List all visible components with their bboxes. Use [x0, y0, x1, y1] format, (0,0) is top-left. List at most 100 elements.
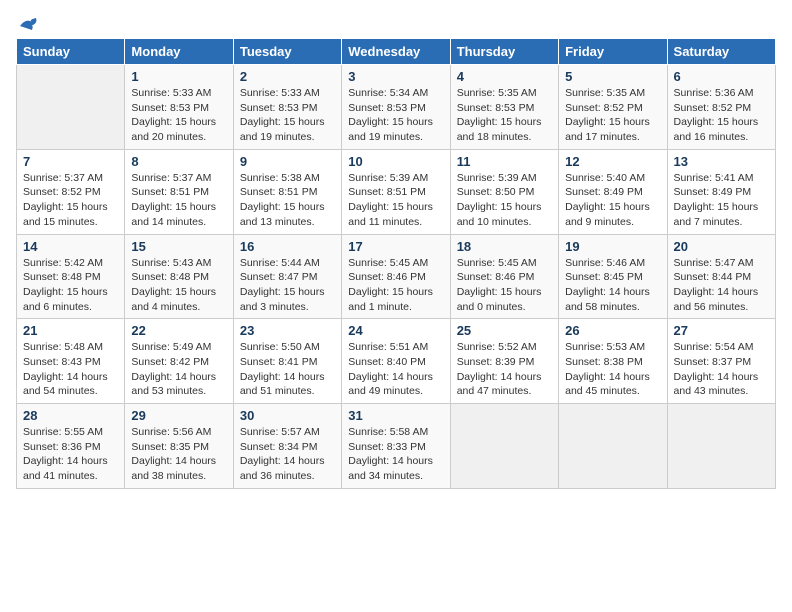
calendar-cell: 18 Sunrise: 5:45 AM Sunset: 8:46 PM Dayli…	[450, 234, 558, 319]
day-number: 28	[23, 408, 118, 423]
calendar-cell: 6 Sunrise: 5:36 AM Sunset: 8:52 PM Daylig…	[667, 65, 775, 150]
day-info: Sunrise: 5:35 AM Sunset: 8:52 PM Dayligh…	[565, 86, 660, 145]
day-info: Sunrise: 5:39 AM Sunset: 8:50 PM Dayligh…	[457, 171, 552, 230]
calendar-week-row: 14Sunrise: 5:42 AM Sunset: 8:48 PM Dayli…	[17, 234, 776, 319]
day-number: 27	[674, 323, 769, 338]
calendar-week-row: 28 Sunrise: 5:55 AM Sunset: 8:36 PM Dayli…	[17, 404, 776, 489]
calendar-cell: 20Sunrise: 5:47 AM Sunset: 8:44 PM Dayli…	[667, 234, 775, 319]
day-info: Sunrise: 5:56 AM Sunset: 8:35 PM Dayligh…	[131, 425, 226, 484]
calendar-cell: 29 Sunrise: 5:56 AM Sunset: 8:35 PM Dayli…	[125, 404, 233, 489]
calendar-cell: 28 Sunrise: 5:55 AM Sunset: 8:36 PM Dayli…	[17, 404, 125, 489]
day-info: Sunrise: 5:54 AM Sunset: 8:37 PM Dayligh…	[674, 340, 769, 399]
day-number: 22	[131, 323, 226, 338]
calendar-cell: 25 Sunrise: 5:52 AM Sunset: 8:39 PM Dayli…	[450, 319, 558, 404]
calendar-cell	[17, 65, 125, 150]
day-number: 17	[348, 239, 443, 254]
day-number: 31	[348, 408, 443, 423]
calendar-cell: 11 Sunrise: 5:39 AM Sunset: 8:50 PM Dayli…	[450, 149, 558, 234]
calendar-table: SundayMondayTuesdayWednesdayThursdayFrid…	[16, 38, 776, 489]
day-info: Sunrise: 5:53 AM Sunset: 8:38 PM Dayligh…	[565, 340, 660, 399]
weekday-header-saturday: Saturday	[667, 39, 775, 65]
calendar-cell: 7 Sunrise: 5:37 AM Sunset: 8:52 PM Daylig…	[17, 149, 125, 234]
day-info: Sunrise: 5:49 AM Sunset: 8:42 PM Dayligh…	[131, 340, 226, 399]
day-number: 30	[240, 408, 335, 423]
calendar-cell: 5 Sunrise: 5:35 AM Sunset: 8:52 PM Daylig…	[559, 65, 667, 150]
weekday-header-monday: Monday	[125, 39, 233, 65]
day-info: Sunrise: 5:44 AM Sunset: 8:47 PM Dayligh…	[240, 256, 335, 315]
calendar-cell	[450, 404, 558, 489]
day-info: Sunrise: 5:37 AM Sunset: 8:52 PM Dayligh…	[23, 171, 118, 230]
calendar-cell: 19Sunrise: 5:46 AM Sunset: 8:45 PM Dayli…	[559, 234, 667, 319]
calendar-cell: 30 Sunrise: 5:57 AM Sunset: 8:34 PM Dayli…	[233, 404, 341, 489]
day-number: 11	[457, 154, 552, 169]
day-number: 18	[457, 239, 552, 254]
calendar-cell: 16 Sunrise: 5:44 AM Sunset: 8:47 PM Dayli…	[233, 234, 341, 319]
day-info: Sunrise: 5:48 AM Sunset: 8:43 PM Dayligh…	[23, 340, 118, 399]
day-info: Sunrise: 5:57 AM Sunset: 8:34 PM Dayligh…	[240, 425, 335, 484]
calendar-cell: 15Sunrise: 5:43 AM Sunset: 8:48 PM Dayli…	[125, 234, 233, 319]
day-number: 19	[565, 239, 660, 254]
calendar-cell: 12 Sunrise: 5:40 AM Sunset: 8:49 PM Dayli…	[559, 149, 667, 234]
calendar-cell: 27 Sunrise: 5:54 AM Sunset: 8:37 PM Dayli…	[667, 319, 775, 404]
day-number: 10	[348, 154, 443, 169]
calendar-cell: 4 Sunrise: 5:35 AM Sunset: 8:53 PM Daylig…	[450, 65, 558, 150]
day-number: 25	[457, 323, 552, 338]
day-number: 29	[131, 408, 226, 423]
day-number: 6	[674, 69, 769, 84]
calendar-cell: 31 Sunrise: 5:58 AM Sunset: 8:33 PM Dayli…	[342, 404, 450, 489]
day-info: Sunrise: 5:51 AM Sunset: 8:40 PM Dayligh…	[348, 340, 443, 399]
day-info: Sunrise: 5:33 AM Sunset: 8:53 PM Dayligh…	[131, 86, 226, 145]
weekday-header-thursday: Thursday	[450, 39, 558, 65]
weekday-header-friday: Friday	[559, 39, 667, 65]
weekday-header-tuesday: Tuesday	[233, 39, 341, 65]
day-info: Sunrise: 5:47 AM Sunset: 8:44 PM Dayligh…	[674, 256, 769, 315]
calendar-cell: 21 Sunrise: 5:48 AM Sunset: 8:43 PM Dayli…	[17, 319, 125, 404]
day-info: Sunrise: 5:45 AM Sunset: 8:46 PM Dayligh…	[457, 256, 552, 315]
day-info: Sunrise: 5:39 AM Sunset: 8:51 PM Dayligh…	[348, 171, 443, 230]
calendar-cell: 9Sunrise: 5:38 AM Sunset: 8:51 PM Daylig…	[233, 149, 341, 234]
calendar-cell	[559, 404, 667, 489]
day-number: 26	[565, 323, 660, 338]
day-number: 4	[457, 69, 552, 84]
day-number: 5	[565, 69, 660, 84]
day-info: Sunrise: 5:40 AM Sunset: 8:49 PM Dayligh…	[565, 171, 660, 230]
day-info: Sunrise: 5:37 AM Sunset: 8:51 PM Dayligh…	[131, 171, 226, 230]
day-info: Sunrise: 5:36 AM Sunset: 8:52 PM Dayligh…	[674, 86, 769, 145]
day-number: 21	[23, 323, 118, 338]
day-number: 24	[348, 323, 443, 338]
day-info: Sunrise: 5:34 AM Sunset: 8:53 PM Dayligh…	[348, 86, 443, 145]
calendar-cell: 13 Sunrise: 5:41 AM Sunset: 8:49 PM Dayli…	[667, 149, 775, 234]
day-number: 16	[240, 239, 335, 254]
page-header	[16, 16, 776, 30]
calendar-cell: 26 Sunrise: 5:53 AM Sunset: 8:38 PM Dayli…	[559, 319, 667, 404]
calendar-cell: 8 Sunrise: 5:37 AM Sunset: 8:51 PM Daylig…	[125, 149, 233, 234]
calendar-cell: 1 Sunrise: 5:33 AM Sunset: 8:53 PM Daylig…	[125, 65, 233, 150]
day-info: Sunrise: 5:33 AM Sunset: 8:53 PM Dayligh…	[240, 86, 335, 145]
calendar-cell: 22 Sunrise: 5:49 AM Sunset: 8:42 PM Dayli…	[125, 319, 233, 404]
day-number: 7	[23, 154, 118, 169]
calendar-week-row: 7 Sunrise: 5:37 AM Sunset: 8:52 PM Daylig…	[17, 149, 776, 234]
day-number: 1	[131, 69, 226, 84]
calendar-cell: 10 Sunrise: 5:39 AM Sunset: 8:51 PM Dayli…	[342, 149, 450, 234]
day-info: Sunrise: 5:58 AM Sunset: 8:33 PM Dayligh…	[348, 425, 443, 484]
calendar-cell: 23Sunrise: 5:50 AM Sunset: 8:41 PM Dayli…	[233, 319, 341, 404]
weekday-header-sunday: Sunday	[17, 39, 125, 65]
day-info: Sunrise: 5:35 AM Sunset: 8:53 PM Dayligh…	[457, 86, 552, 145]
day-info: Sunrise: 5:55 AM Sunset: 8:36 PM Dayligh…	[23, 425, 118, 484]
calendar-week-row: 1 Sunrise: 5:33 AM Sunset: 8:53 PM Daylig…	[17, 65, 776, 150]
logo	[16, 16, 40, 30]
day-info: Sunrise: 5:50 AM Sunset: 8:41 PM Dayligh…	[240, 340, 335, 399]
calendar-cell: 14Sunrise: 5:42 AM Sunset: 8:48 PM Dayli…	[17, 234, 125, 319]
weekday-header-wednesday: Wednesday	[342, 39, 450, 65]
day-info: Sunrise: 5:52 AM Sunset: 8:39 PM Dayligh…	[457, 340, 552, 399]
day-number: 12	[565, 154, 660, 169]
calendar-cell: 17 Sunrise: 5:45 AM Sunset: 8:46 PM Dayli…	[342, 234, 450, 319]
day-number: 13	[674, 154, 769, 169]
day-info: Sunrise: 5:45 AM Sunset: 8:46 PM Dayligh…	[348, 256, 443, 315]
day-number: 2	[240, 69, 335, 84]
day-info: Sunrise: 5:41 AM Sunset: 8:49 PM Dayligh…	[674, 171, 769, 230]
calendar-week-row: 21 Sunrise: 5:48 AM Sunset: 8:43 PM Dayli…	[17, 319, 776, 404]
day-number: 3	[348, 69, 443, 84]
day-number: 8	[131, 154, 226, 169]
day-info: Sunrise: 5:43 AM Sunset: 8:48 PM Dayligh…	[131, 256, 226, 315]
